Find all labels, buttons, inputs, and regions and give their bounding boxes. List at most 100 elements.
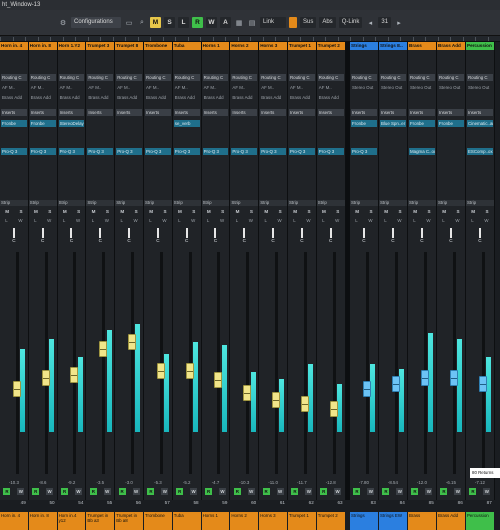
volume-fader[interactable] (128, 334, 137, 350)
eq-plugin-slot[interactable]: Pro-Q 3 (87, 148, 114, 155)
volume-readout[interactable]: -4.7 (202, 480, 230, 485)
insert-slot[interactable] (145, 120, 171, 127)
routing-selector[interactable]: Routing C (380, 74, 406, 81)
insert-slot[interactable] (289, 120, 315, 127)
volume-fader[interactable] (449, 370, 458, 386)
solo-button[interactable]: S (19, 209, 22, 214)
pan-knob[interactable] (41, 228, 44, 238)
send-routing[interactable] (438, 94, 464, 101)
routing-selector[interactable]: Routing C (260, 74, 286, 81)
mute-button[interactable]: M (442, 209, 446, 214)
eq-plugin-slot[interactable]: Pro-Q 3 (351, 148, 377, 155)
mute-button[interactable]: M (149, 209, 153, 214)
pan-knob[interactable] (449, 228, 452, 238)
inserts-header[interactable]: Inserts (380, 109, 406, 116)
insert-slot-empty[interactable] (1, 130, 27, 137)
send-routing[interactable]: Brass Add (203, 94, 229, 101)
strip-header[interactable]: Strip (288, 200, 316, 206)
send-routing[interactable]: Brass Add (59, 94, 85, 101)
channel-name[interactable]: Percussion (466, 42, 494, 50)
strip-header[interactable]: Strip (259, 200, 287, 206)
inserts-header[interactable]: Inserts (351, 109, 377, 116)
listen-button[interactable]: L (293, 218, 295, 223)
pan-knob[interactable] (243, 228, 246, 238)
listen-button[interactable]: L (322, 218, 324, 223)
channel-bottom-label[interactable]: Horns 3 (259, 512, 287, 530)
listen-button[interactable]: L (355, 218, 357, 223)
send-routing[interactable]: Brass Add (318, 94, 344, 101)
volume-readout[interactable]: -5.2 (173, 480, 201, 485)
solo-button[interactable]: S (135, 209, 138, 214)
solo-button[interactable]: S (163, 209, 166, 214)
insert-slot[interactable]: Fronbe (438, 120, 464, 127)
channel-name[interactable]: Trumpet 8 (115, 42, 143, 50)
channel-name[interactable]: Trumpet 3 (86, 42, 115, 50)
routing-selector[interactable]: Routing C (409, 74, 435, 81)
mute-button[interactable]: M (293, 209, 297, 214)
write-automation-button[interactable]: W (425, 488, 433, 495)
output-routing[interactable]: AF M.. (203, 84, 229, 91)
output-routing[interactable]: AF M.. (289, 84, 315, 91)
output-routing[interactable]: AF M.. (59, 84, 85, 91)
grid-icon[interactable]: ▦ (234, 19, 244, 27)
channel-bottom-label[interactable]: Horns 1 (201, 512, 230, 530)
solo-button[interactable]: S (279, 209, 282, 214)
channel-bottom-label[interactable]: Strings (350, 512, 378, 530)
send-routing[interactable]: Brass Add (260, 94, 286, 101)
fader-track[interactable] (131, 252, 135, 474)
fader-track[interactable] (275, 252, 279, 474)
write-automation-button[interactable]: W (46, 488, 54, 495)
channel-bottom-label[interactable]: Tuba (172, 512, 201, 530)
channel-name[interactable]: Trumpet 1 (288, 42, 316, 50)
listen-all-button[interactable]: L (178, 17, 189, 28)
strip-header[interactable]: Strip (350, 200, 378, 206)
output-routing[interactable]: AF M.. (145, 84, 171, 91)
output-routing[interactable]: AF M.. (1, 84, 27, 91)
fader-track[interactable] (332, 252, 336, 474)
solo-button[interactable]: S (485, 209, 488, 214)
mute-all-button[interactable]: M (150, 17, 161, 28)
mute-button[interactable]: M (355, 209, 359, 214)
prev-page-icon[interactable]: ◂ (365, 19, 375, 27)
mute-button[interactable]: M (264, 209, 268, 214)
insert-slot-empty[interactable] (289, 130, 315, 137)
inserts-header[interactable]: Inserts (173, 109, 200, 116)
send-routing[interactable]: Brass Add (231, 94, 257, 101)
channel-bottom-label[interactable]: Trumpet in Bb a8 (115, 512, 143, 530)
write-automation-button[interactable]: W (276, 488, 284, 495)
fader-track[interactable] (246, 252, 250, 474)
eq-plugin-slot[interactable]: Pro-Q 3 (116, 148, 142, 155)
mute-button[interactable]: M (236, 209, 240, 214)
channel-name[interactable]: Strings E.. (379, 42, 407, 50)
volume-readout[interactable]: -3.5 (86, 480, 114, 485)
fader-track[interactable] (73, 252, 77, 474)
write-lane-button[interactable]: W (105, 218, 109, 223)
volume-readout[interactable]: -12.8 (317, 480, 345, 485)
eq-plugin-slot[interactable]: Pro-Q 3 (145, 148, 171, 155)
configurations-dropdown[interactable]: Configurations (71, 17, 121, 28)
read-automation-button[interactable]: R (205, 488, 213, 495)
fader-track[interactable] (303, 252, 307, 474)
inserts-header[interactable]: Inserts (409, 109, 435, 116)
insert-slot[interactable]: se_verb (173, 120, 200, 127)
send-routing[interactable] (409, 94, 435, 101)
inserts-header[interactable]: Inserts (58, 109, 85, 116)
read-automation-button[interactable]: R (118, 488, 126, 495)
routing-selector[interactable]: Routing C (202, 74, 229, 81)
send-routing[interactable]: Brass Add (145, 94, 171, 101)
strip-header[interactable]: Strip (144, 200, 172, 206)
mute-button[interactable]: M (384, 209, 388, 214)
volume-readout[interactable]: -10.3 (230, 480, 258, 485)
write-lane-button[interactable]: W (220, 218, 224, 223)
eq-plugin-slot[interactable] (380, 148, 406, 155)
volume-fader[interactable] (272, 392, 281, 408)
read-automation-button[interactable]: R (353, 488, 361, 495)
output-routing[interactable]: AF M.. (231, 84, 257, 91)
volume-readout[interactable]: -12.0 (408, 480, 436, 485)
insert-slot[interactable] (87, 120, 113, 127)
fader-track[interactable] (452, 252, 456, 474)
pan-knob[interactable] (272, 228, 275, 238)
write-lane-button[interactable]: W (47, 218, 51, 223)
strip-header[interactable]: Strip (379, 200, 407, 206)
fader-track[interactable] (423, 252, 427, 474)
